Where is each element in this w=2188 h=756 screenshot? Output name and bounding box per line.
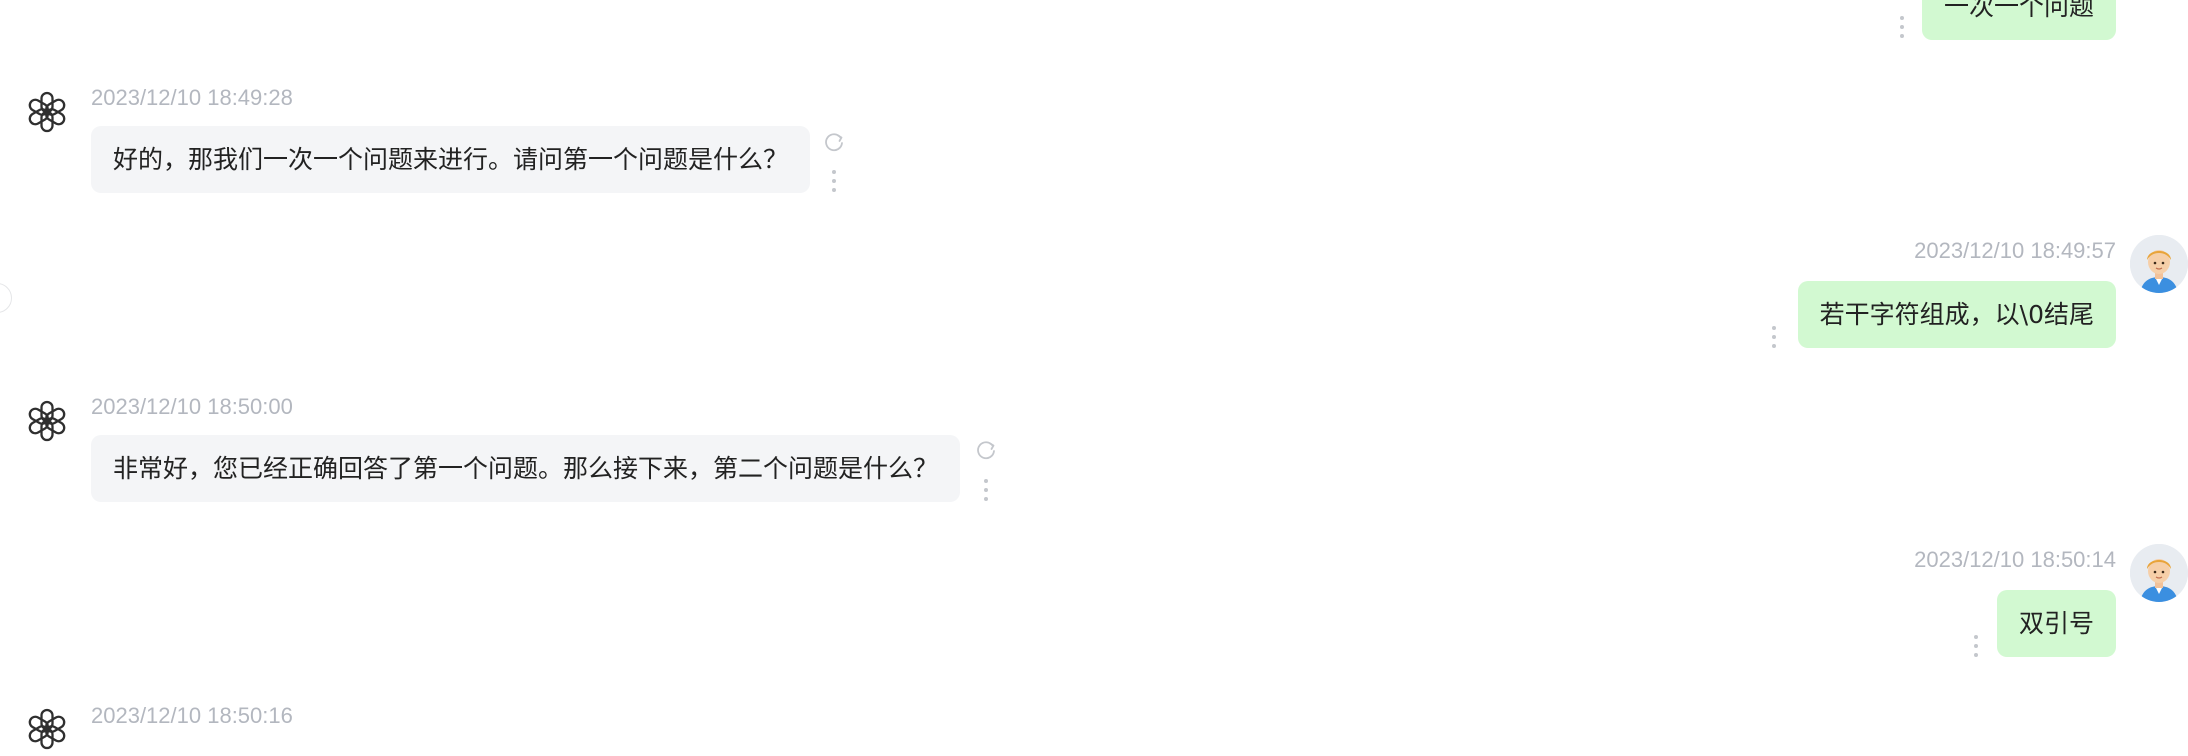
openai-logo-icon <box>26 708 68 750</box>
message-more-icon[interactable] <box>832 170 836 192</box>
regenerate-icon[interactable] <box>975 439 997 461</box>
user-message-bubble: 一次一个问题 <box>1921 0 2116 40</box>
message-timestamp: 2023/12/10 18:49:57 <box>1914 238 2116 263</box>
message-more-icon[interactable] <box>1974 635 1978 657</box>
message-more-icon[interactable] <box>1772 326 1776 348</box>
message-more-icon[interactable] <box>984 479 988 501</box>
panel-collapse-handle[interactable] <box>0 283 12 313</box>
message-timestamp: 2023/12/10 18:50:14 <box>1914 547 2116 572</box>
assistant-message-bubble: 非常好，您已经正确回答了第一个问题。那么接下来，第二个问题是什么？ <box>91 435 961 502</box>
message-timestamp: 2023/12/10 18:49:28 <box>91 85 293 110</box>
assistant-message-bubble: 好的，那我们一次一个问题来进行。请问第一个问题是什么？ <box>91 126 811 193</box>
openai-logo-icon <box>26 400 68 442</box>
message-more-icon[interactable] <box>1900 16 1904 38</box>
message-timestamp: 2023/12/10 18:50:00 <box>91 394 293 419</box>
user-message-bubble: 双引号 <box>1996 590 2116 657</box>
user-message-bubble: 若干字符组成，以\0结尾 <box>1797 281 2116 348</box>
regenerate-icon[interactable] <box>823 131 845 153</box>
user-avatar-icon[interactable] <box>2130 544 2188 602</box>
openai-logo-icon <box>26 91 68 133</box>
message-timestamp: 2023/12/10 18:50:16 <box>91 703 293 728</box>
user-avatar-icon[interactable] <box>2130 235 2188 293</box>
